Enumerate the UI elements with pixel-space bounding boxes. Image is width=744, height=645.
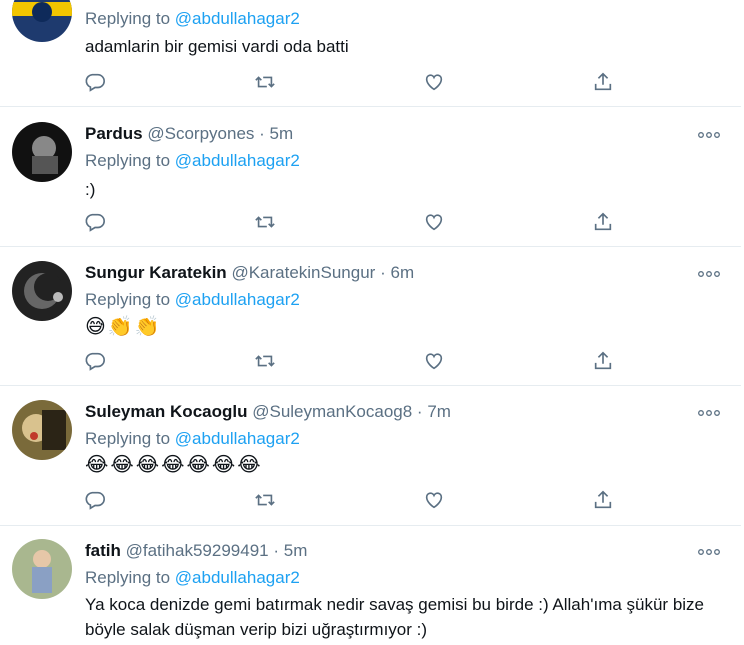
- display-name[interactable]: Sungur Karatekin: [85, 263, 227, 282]
- separator: ·: [416, 402, 423, 421]
- tweet-header: fatih @fatihak59299491 · 5m: [85, 541, 307, 561]
- share-icon[interactable]: [592, 211, 616, 235]
- like-icon[interactable]: [423, 71, 447, 95]
- tweet-header: Sungur Karatekin @KaratekinSungur · 6m: [85, 263, 414, 283]
- more-icon[interactable]: [697, 126, 721, 138]
- tweet-2[interactable]: Sungur Karatekin @KaratekinSungur · 6m R…: [0, 247, 741, 386]
- replying-to: Replying to @abdullahagar2: [85, 290, 300, 310]
- like-icon[interactable]: [423, 350, 447, 374]
- tweet-0[interactable]: Replying to @abdullahagar2 adamlarin bir…: [0, 0, 741, 107]
- reply-to-handle-link[interactable]: @abdullahagar2: [175, 151, 300, 170]
- reply-to-handle-link[interactable]: @abdullahagar2: [175, 290, 300, 309]
- replying-prefix: Replying to: [85, 9, 171, 28]
- avatar[interactable]: [12, 539, 72, 599]
- share-icon[interactable]: [592, 489, 616, 513]
- reply-icon[interactable]: [84, 350, 108, 374]
- tweet-3[interactable]: Suleyman Kocaoglu @SuleymanKocaog8 · 7m …: [0, 386, 741, 526]
- replying-prefix: Replying to: [85, 151, 171, 170]
- display-name[interactable]: Pardus: [85, 124, 143, 143]
- tweet-header: Pardus @Scorpyones · 5m: [85, 124, 293, 144]
- reply-to-handle-link[interactable]: @abdullahagar2: [175, 429, 300, 448]
- timestamp[interactable]: 6m: [390, 263, 414, 282]
- user-handle[interactable]: @KaratekinSungur: [231, 263, 375, 282]
- more-icon[interactable]: [697, 543, 721, 555]
- display-name[interactable]: Suleyman Kocaoglu: [85, 402, 247, 421]
- avatar[interactable]: [12, 400, 72, 460]
- tweet-emoji: 😅👏👏: [85, 314, 162, 338]
- replying-to: Replying to @abdullahagar2: [85, 568, 300, 588]
- share-icon[interactable]: [592, 350, 616, 374]
- replying-to: Replying to @abdullahagar2: [85, 429, 300, 449]
- replying-to: Replying to @abdullahagar2: [85, 151, 300, 171]
- user-handle[interactable]: @SuleymanKocaog8: [252, 402, 412, 421]
- reply-icon[interactable]: [84, 211, 108, 235]
- more-icon[interactable]: [697, 265, 721, 277]
- retweet-icon[interactable]: [254, 71, 278, 95]
- replying-prefix: Replying to: [85, 429, 171, 448]
- share-icon[interactable]: [592, 71, 616, 95]
- user-handle[interactable]: @Scorpyones: [147, 124, 254, 143]
- user-handle[interactable]: @fatihak59299491: [126, 541, 269, 560]
- replying-prefix: Replying to: [85, 568, 171, 587]
- reply-icon[interactable]: [84, 489, 108, 513]
- tweet-emoji: 😂😂😂😂😂😂😂: [85, 452, 263, 476]
- more-icon[interactable]: [697, 404, 721, 416]
- retweet-icon[interactable]: [254, 211, 278, 235]
- retweet-icon[interactable]: [254, 350, 278, 374]
- timestamp[interactable]: 5m: [270, 124, 294, 143]
- timestamp[interactable]: 7m: [427, 402, 451, 421]
- like-icon[interactable]: [423, 211, 447, 235]
- display-name[interactable]: fatih: [85, 541, 121, 560]
- reply-to-handle-link[interactable]: @abdullahagar2: [175, 9, 300, 28]
- tweet-header: Suleyman Kocaoglu @SuleymanKocaog8 · 7m: [85, 402, 451, 422]
- tweet-1[interactable]: Pardus @Scorpyones · 5m Replying to @abd…: [0, 107, 741, 247]
- separator: ·: [259, 124, 265, 143]
- replying-prefix: Replying to: [85, 290, 171, 309]
- separator: ·: [380, 263, 386, 282]
- avatar[interactable]: [12, 0, 72, 42]
- tweet-text: Ya koca denizde gemi batırmak nedir sava…: [85, 595, 705, 639]
- avatar[interactable]: [12, 122, 72, 182]
- avatar[interactable]: [12, 261, 72, 321]
- reply-to-handle-link[interactable]: @abdullahagar2: [175, 568, 300, 587]
- tweet-text: :): [85, 180, 96, 199]
- retweet-icon[interactable]: [254, 489, 278, 513]
- like-icon[interactable]: [423, 489, 447, 513]
- timestamp[interactable]: 5m: [284, 541, 308, 560]
- tweet-text: adamlarin bir gemisi vardi oda batti: [85, 37, 349, 56]
- replying-to: Replying to @abdullahagar2: [85, 9, 300, 29]
- separator: ·: [273, 541, 280, 560]
- tweet-4[interactable]: fatih @fatihak59299491 · 5m Replying to …: [0, 526, 741, 645]
- reply-icon[interactable]: [84, 71, 108, 95]
